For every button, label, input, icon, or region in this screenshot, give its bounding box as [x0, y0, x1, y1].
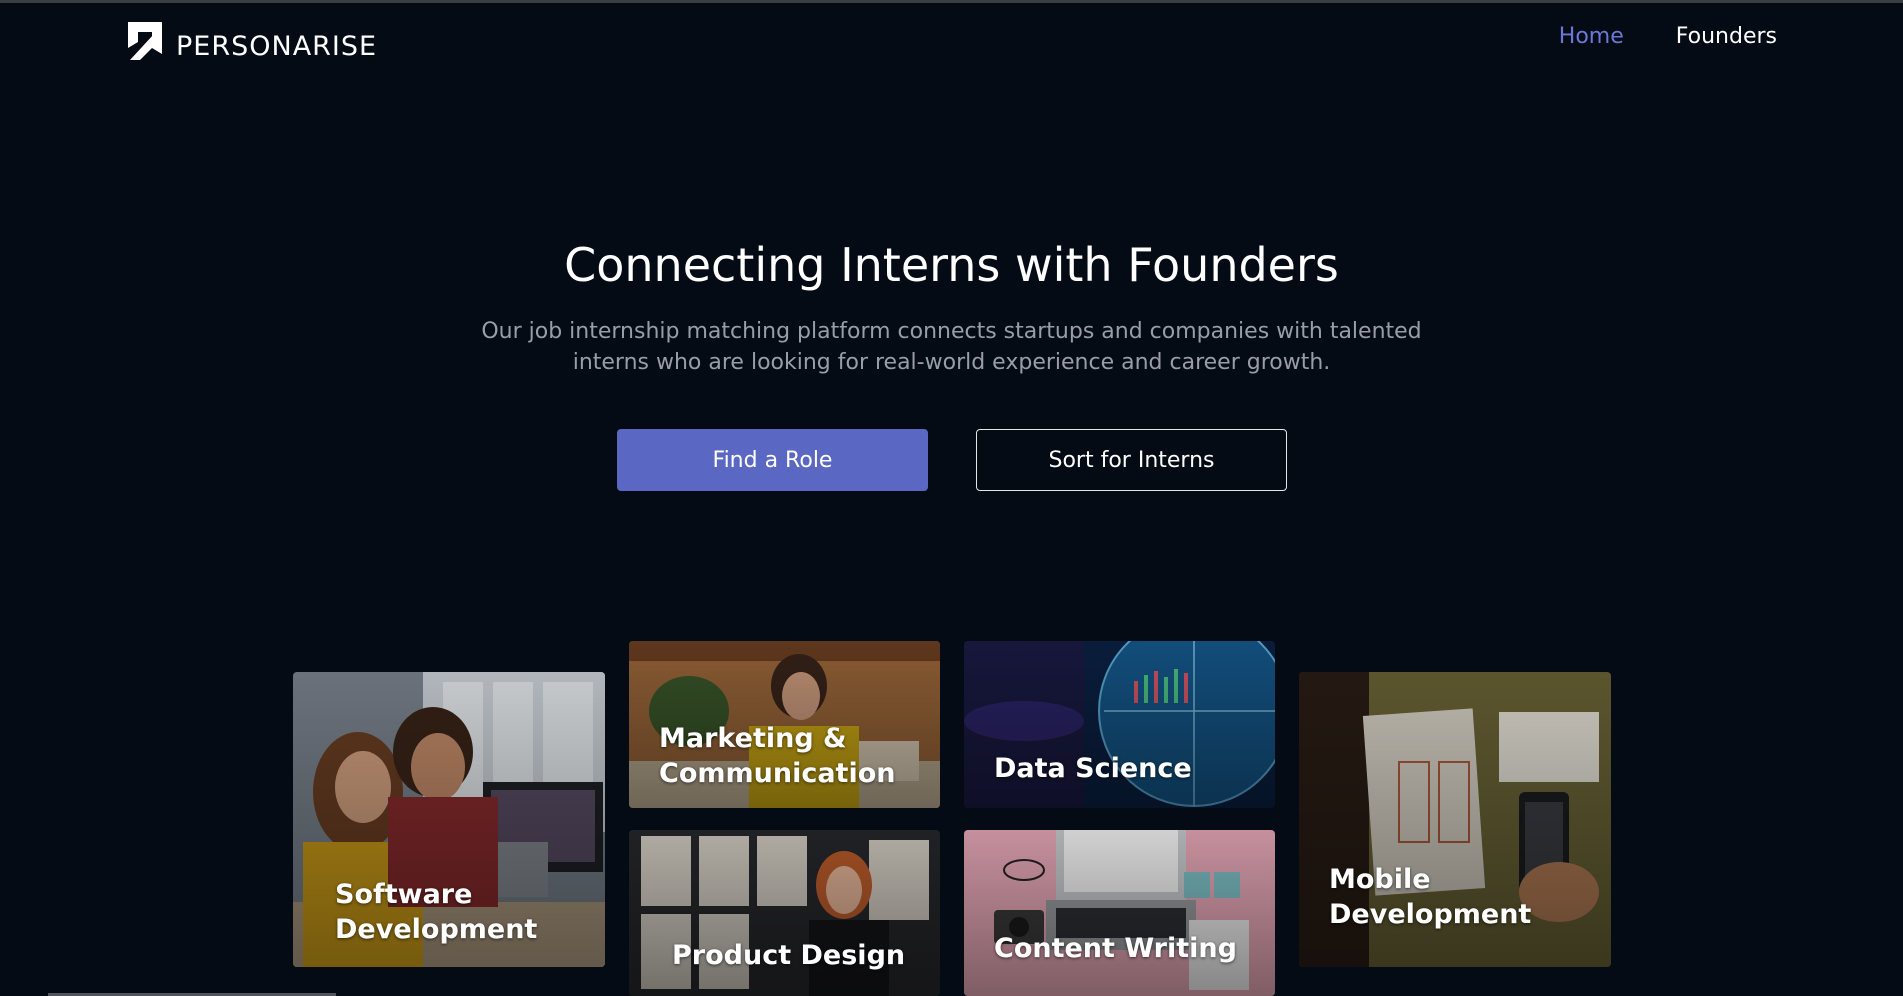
- card-product-design[interactable]: Product Design: [629, 830, 940, 996]
- brand-logo[interactable]: PERSONARISE: [126, 20, 377, 72]
- find-role-button[interactable]: Find a Role: [617, 429, 928, 491]
- hero-subtitle: Our job internship matching platform con…: [481, 319, 1422, 375]
- hero-title: Connecting Interns with Founders: [564, 238, 1339, 292]
- card-mobile-development[interactable]: Mobile Development: [1299, 672, 1611, 967]
- card-shade: [964, 830, 1275, 996]
- arrow-up-right-logo-icon: [126, 20, 164, 72]
- card-software-development[interactable]: Software Development: [293, 672, 605, 967]
- card-label: Mobile Development: [1329, 864, 1532, 930]
- card-data-science[interactable]: Data Science: [964, 641, 1275, 808]
- main-nav: Home Founders: [1559, 24, 1777, 49]
- page: PERSONARISE Home Founders Connecting Int…: [0, 0, 1903, 996]
- card-content-writing[interactable]: Content Writing: [964, 830, 1275, 996]
- card-marketing-communication[interactable]: Marketing & Communication: [629, 641, 940, 808]
- sort-interns-button[interactable]: Sort for Interns: [976, 429, 1287, 491]
- nav-founders[interactable]: Founders: [1676, 24, 1777, 49]
- brand-name: PERSONARISE: [176, 30, 378, 62]
- card-label: Marketing & Communication: [659, 723, 896, 789]
- card-label: Product Design: [672, 940, 906, 971]
- card-label: Software Development: [335, 879, 538, 945]
- nav-home[interactable]: Home: [1559, 24, 1624, 49]
- card-label: Content Writing: [994, 933, 1237, 964]
- card-label: Data Science: [994, 753, 1192, 784]
- top-border: [0, 0, 1903, 3]
